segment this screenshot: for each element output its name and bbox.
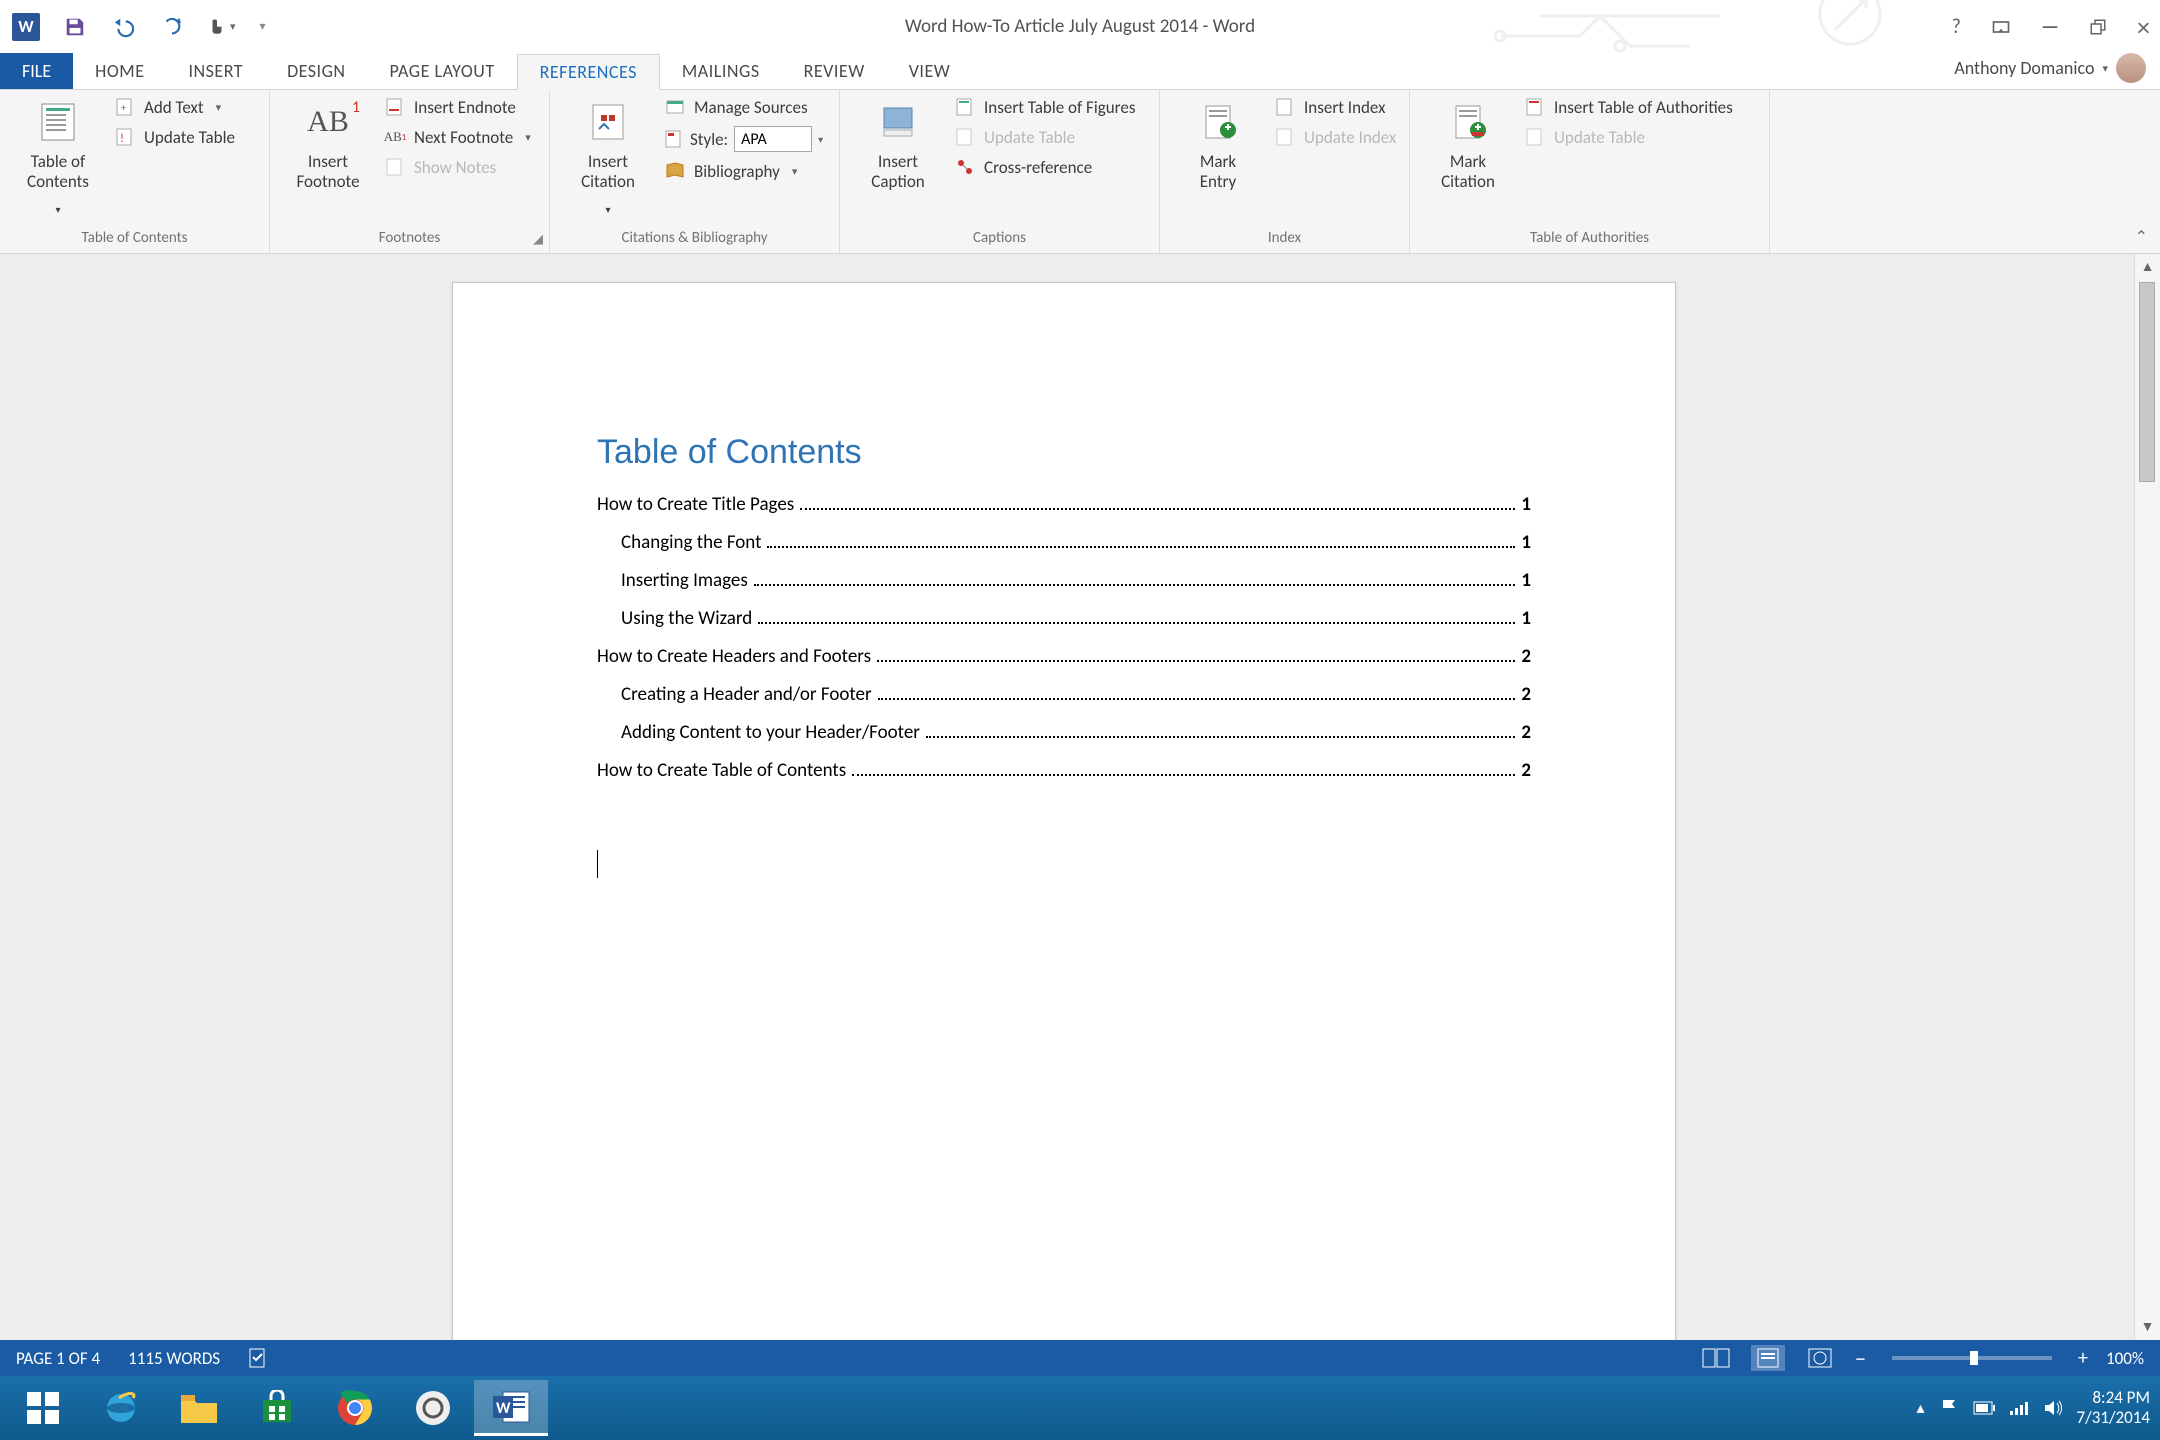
collapse-ribbon-icon[interactable]: ⌃ [2135,227,2148,247]
store-icon[interactable] [240,1380,314,1436]
svg-text:!: ! [120,132,124,146]
tab-design[interactable]: DESIGN [265,53,367,89]
group-label: Footnotes◢ [280,225,539,253]
toc-entry[interactable]: Inserting Images1 [597,562,1531,600]
toc-heading: Table of Contents [597,433,1531,472]
tab-page-layout[interactable]: PAGE LAYOUT [368,53,517,89]
status-bar: PAGE 1 OF 4 1115 WORDS − + 100% [0,1340,2160,1376]
ie-icon[interactable] [84,1380,158,1436]
scroll-thumb[interactable] [2139,282,2155,482]
word-taskbar-icon[interactable]: W [474,1380,548,1436]
avatar-icon [2116,53,2146,83]
toc-entry[interactable]: How to Create Headers and Footers2 [597,638,1531,676]
group-label: Captions [850,225,1149,253]
table-of-contents-button[interactable]: Table of Contents▾ [10,96,106,220]
volume-icon[interactable] [2043,1399,2063,1417]
toc-entry[interactable]: Adding Content to your Header/Footer2 [597,714,1531,752]
battery-icon[interactable] [1973,1401,1995,1415]
svg-text:+: + [121,101,126,114]
group-label: Table of Contents [10,225,259,253]
ribbon: Table of Contents▾ +Add Text !Update Tab… [0,90,2160,254]
tab-insert[interactable]: INSERT [166,53,265,89]
help-icon[interactable]: ? [1952,15,1961,39]
insert-index-button[interactable]: Insert Index [1274,96,1396,118]
file-explorer-icon[interactable] [162,1380,236,1436]
insert-authorities-button[interactable]: Insert Table of Authorities [1524,96,1733,118]
zoom-level[interactable]: 100% [2106,1348,2144,1369]
system-tray[interactable]: ▴ 8:24 PM 7/31/2014 [1917,1388,2150,1428]
flag-icon[interactable] [1939,1398,1959,1418]
toc-entry[interactable]: Using the Wizard1 [597,600,1531,638]
close-icon[interactable]: × [2137,11,2150,43]
add-text-button[interactable]: +Add Text [114,96,235,118]
document-page[interactable]: Table of Contents How to Create Title Pa… [452,282,1676,1340]
group-label: Table of Authorities [1420,225,1759,253]
show-notes-button: Show Notes [384,156,531,178]
update-figures-button: Update Table [954,126,1135,148]
tab-mailings[interactable]: MAILINGS [660,53,782,89]
mark-citation-button[interactable]: Mark Citation [1420,96,1516,192]
insert-table-figures-button[interactable]: Insert Table of Figures [954,96,1135,118]
tab-view[interactable]: VIEW [887,53,973,89]
toc-entry[interactable]: Creating a Header and/or Footer2 [597,676,1531,714]
minimize-icon[interactable]: — [2041,15,2059,39]
dialog-launcher-icon[interactable]: ◢ [533,232,543,247]
manage-sources-button[interactable]: Manage Sources [664,96,823,118]
word-count[interactable]: 1115 WORDS [128,1348,220,1369]
zoom-slider[interactable] [1892,1356,2052,1360]
update-authorities-button: Update Table [1524,126,1733,148]
tab-file[interactable]: FILE [0,53,73,89]
mark-entry-button[interactable]: Mark Entry [1170,96,1266,192]
start-button[interactable] [6,1380,80,1436]
header-decoration-icon [1480,0,1900,56]
svg-text:W: W [496,1399,511,1418]
read-mode-icon[interactable] [1699,1345,1733,1371]
toc-entry[interactable]: Changing the Font1 [597,524,1531,562]
document-area: Table of Contents How to Create Title Pa… [0,254,2160,1340]
group-label: Citations & Bibliography [560,225,829,253]
scroll-down-icon[interactable]: ▼ [2135,1314,2160,1340]
update-table-button[interactable]: !Update Table [114,126,235,148]
tab-references[interactable]: REFERENCES [517,54,660,90]
web-layout-icon[interactable] [1803,1345,1837,1371]
wifi-icon[interactable] [2009,1400,2029,1416]
clock[interactable]: 8:24 PM 7/31/2014 [2077,1388,2150,1428]
account-menu[interactable]: Anthony Domanico ▾ [1954,53,2146,83]
update-index-button: Update Index [1274,126,1396,148]
print-layout-icon[interactable] [1751,1345,1785,1371]
insert-citation-button[interactable]: Insert Citation▾ [560,96,656,220]
user-name: Anthony Domanico [1954,57,2094,79]
zoom-out-icon[interactable]: − [1855,1345,1866,1372]
tab-review[interactable]: REVIEW [782,53,887,89]
toc-entry[interactable]: How to Create Table of Contents2 [597,752,1531,790]
tab-home[interactable]: HOME [73,53,166,89]
app-icon[interactable] [396,1380,470,1436]
insert-footnote-button[interactable]: AB1 Insert Footnote [280,96,376,192]
next-footnote-button[interactable]: AB1Next Footnote [384,126,531,148]
cross-reference-button[interactable]: Cross-reference [954,156,1135,178]
proofing-icon[interactable] [248,1347,270,1369]
chrome-icon[interactable] [318,1380,392,1436]
page-indicator[interactable]: PAGE 1 OF 4 [16,1348,100,1369]
ribbon-tabs: FILE HOMEINSERTDESIGNPAGE LAYOUTREFERENC… [0,53,2160,90]
group-label: Index [1170,225,1399,253]
bibliography-button[interactable]: Bibliography [664,160,823,182]
restore-icon[interactable] [2089,18,2107,36]
vertical-scrollbar[interactable]: ▲ ▼ [2134,254,2160,1340]
zoom-in-icon[interactable]: + [2078,1346,2088,1370]
title-bar: W ▾ Word How-To Article July August 2014… [0,0,2160,53]
toc-entry[interactable]: How to Create Title Pages1 [597,486,1531,524]
insert-caption-button[interactable]: Insert Caption [850,96,946,192]
taskbar: W ▴ 8:24 PM 7/31/2014 [0,1376,2160,1440]
ribbon-display-icon[interactable] [1991,17,2011,37]
citation-style-select[interactable]: Style:▾ [664,126,823,152]
tray-overflow-icon[interactable]: ▴ [1917,1398,1925,1418]
text-cursor [597,850,598,878]
insert-endnote-button[interactable]: Insert Endnote [384,96,531,118]
scroll-up-icon[interactable]: ▲ [2135,254,2160,280]
